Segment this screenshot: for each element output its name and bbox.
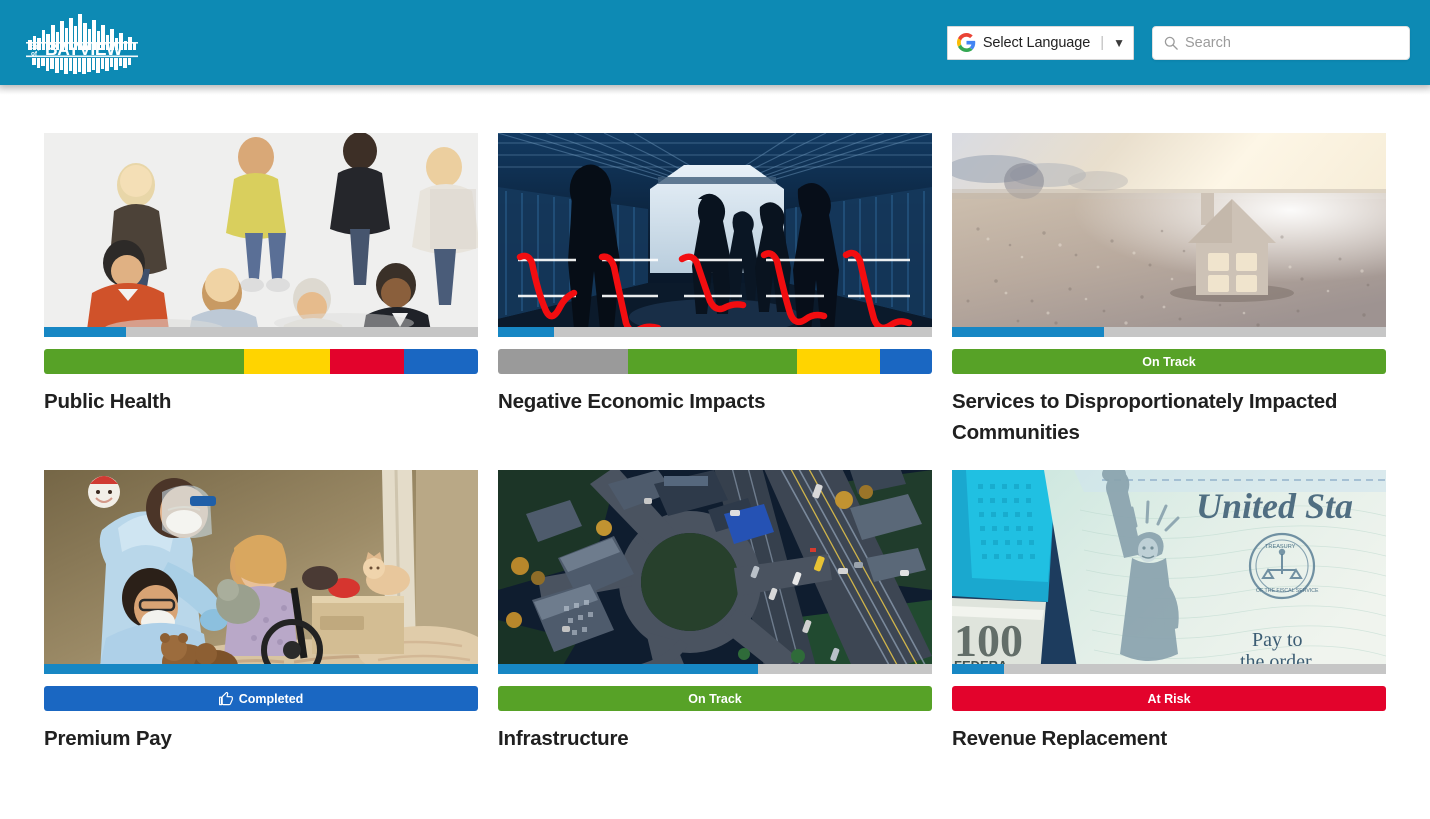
google-g-icon [956, 33, 976, 52]
search-box[interactable] [1152, 25, 1410, 60]
seal-fiscal-service-text: OF THE FISCAL SERVICE [1256, 588, 1319, 594]
progress-bar [498, 327, 932, 337]
project-card[interactable]: On Track Services to Disproportionately … [952, 133, 1386, 448]
card-thumbnail[interactable]: 100 FEDERA [952, 470, 1386, 675]
progress-fill [952, 327, 1104, 337]
status-bar[interactable]: On Track [498, 686, 932, 712]
check-united-states-text: United Sta [1196, 486, 1353, 526]
site-header: City of BAYVIEW Select Language | ▼ [0, 0, 1430, 95]
status-segment[interactable] [44, 349, 244, 374]
check-pay-to-text: Pay to [1252, 629, 1303, 651]
status-label: On Track [688, 691, 742, 706]
site-logo[interactable]: City of BAYVIEW [18, 12, 146, 74]
status-segment[interactable] [628, 349, 798, 374]
progress-fill [44, 664, 478, 675]
card-title[interactable]: Revenue Replacement [952, 723, 1386, 754]
language-selector-separator: | [1100, 34, 1105, 51]
progress-bar [44, 664, 478, 675]
project-card[interactable]: Negative Economic Impacts [498, 133, 932, 448]
card-thumbnail[interactable] [498, 133, 932, 337]
status-segment[interactable]: On Track [498, 686, 932, 712]
status-bar[interactable] [44, 349, 478, 374]
progress-fill [498, 327, 555, 337]
status-label: Completed [238, 691, 304, 706]
card-title[interactable]: Public Health [44, 386, 478, 417]
status-label: At Risk [1147, 691, 1191, 706]
progress-bar [44, 327, 478, 337]
status-segment[interactable] [498, 349, 629, 374]
card-image-infrastructure [498, 470, 932, 675]
status-bar[interactable]: At Risk [952, 686, 1386, 712]
chevron-down-icon[interactable]: ▼ [1113, 37, 1125, 49]
card-image-premium-pay [44, 470, 478, 675]
card-title[interactable]: Premium Pay [44, 723, 478, 754]
progress-bar [498, 664, 932, 675]
seal-treasury-text: TREASURY [1265, 544, 1296, 550]
city-skyline-icon: City of BAYVIEW [26, 13, 138, 74]
card-title[interactable]: Negative Economic Impacts [498, 386, 932, 417]
logo-wordmark: BAYVIEW [45, 39, 123, 59]
project-card[interactable]: On Track Infrastructure [498, 470, 932, 754]
card-thumbnail[interactable] [44, 133, 478, 337]
card-thumbnail[interactable] [498, 470, 932, 675]
status-segment[interactable] [879, 349, 932, 374]
status-segment[interactable] [404, 349, 478, 374]
card-thumbnail[interactable] [952, 133, 1386, 337]
status-segment[interactable] [243, 349, 331, 374]
status-bar[interactable]: Completed [44, 686, 478, 712]
project-card[interactable]: 100 FEDERA [952, 470, 1386, 754]
status-label: On Track [1142, 354, 1196, 369]
status-segment[interactable]: On Track [952, 349, 1386, 374]
main-content: Public Health Negative Economic Impacts … [0, 85, 1430, 754]
card-title[interactable]: Infrastructure [498, 723, 932, 754]
card-image-negative-economic-impacts [498, 133, 932, 337]
status-segment[interactable] [797, 349, 880, 374]
logo-of-text: of [31, 50, 38, 57]
card-title[interactable]: Services to Disproportionately Impacted … [952, 386, 1386, 448]
search-input[interactable] [1185, 26, 1409, 59]
progress-bar [952, 664, 1386, 675]
status-bar[interactable] [498, 349, 932, 374]
card-image-revenue-replacement: 100 FEDERA [952, 470, 1386, 675]
header-right-controls: Select Language | ▼ [946, 25, 1410, 60]
status-bar[interactable]: On Track [952, 349, 1386, 374]
search-icon [1164, 36, 1178, 50]
status-segment[interactable]: Completed [44, 686, 478, 712]
status-segment[interactable] [330, 349, 405, 374]
status-segment[interactable]: At Risk [952, 686, 1386, 712]
progress-fill [498, 664, 759, 675]
progress-bar [952, 327, 1386, 337]
project-card-grid: Public Health Negative Economic Impacts … [44, 133, 1386, 754]
card-image-public-health [44, 133, 478, 337]
language-selector[interactable]: Select Language | ▼ [946, 25, 1134, 60]
project-card[interactable]: Completed Premium Pay [44, 470, 478, 754]
language-selector-label: Select Language [982, 34, 1091, 51]
project-card[interactable]: Public Health [44, 133, 478, 448]
progress-fill [952, 664, 1005, 675]
thumbs-up-icon [218, 691, 233, 706]
card-image-services-communities [952, 133, 1386, 337]
card-thumbnail[interactable] [44, 470, 478, 675]
progress-fill [44, 327, 127, 337]
